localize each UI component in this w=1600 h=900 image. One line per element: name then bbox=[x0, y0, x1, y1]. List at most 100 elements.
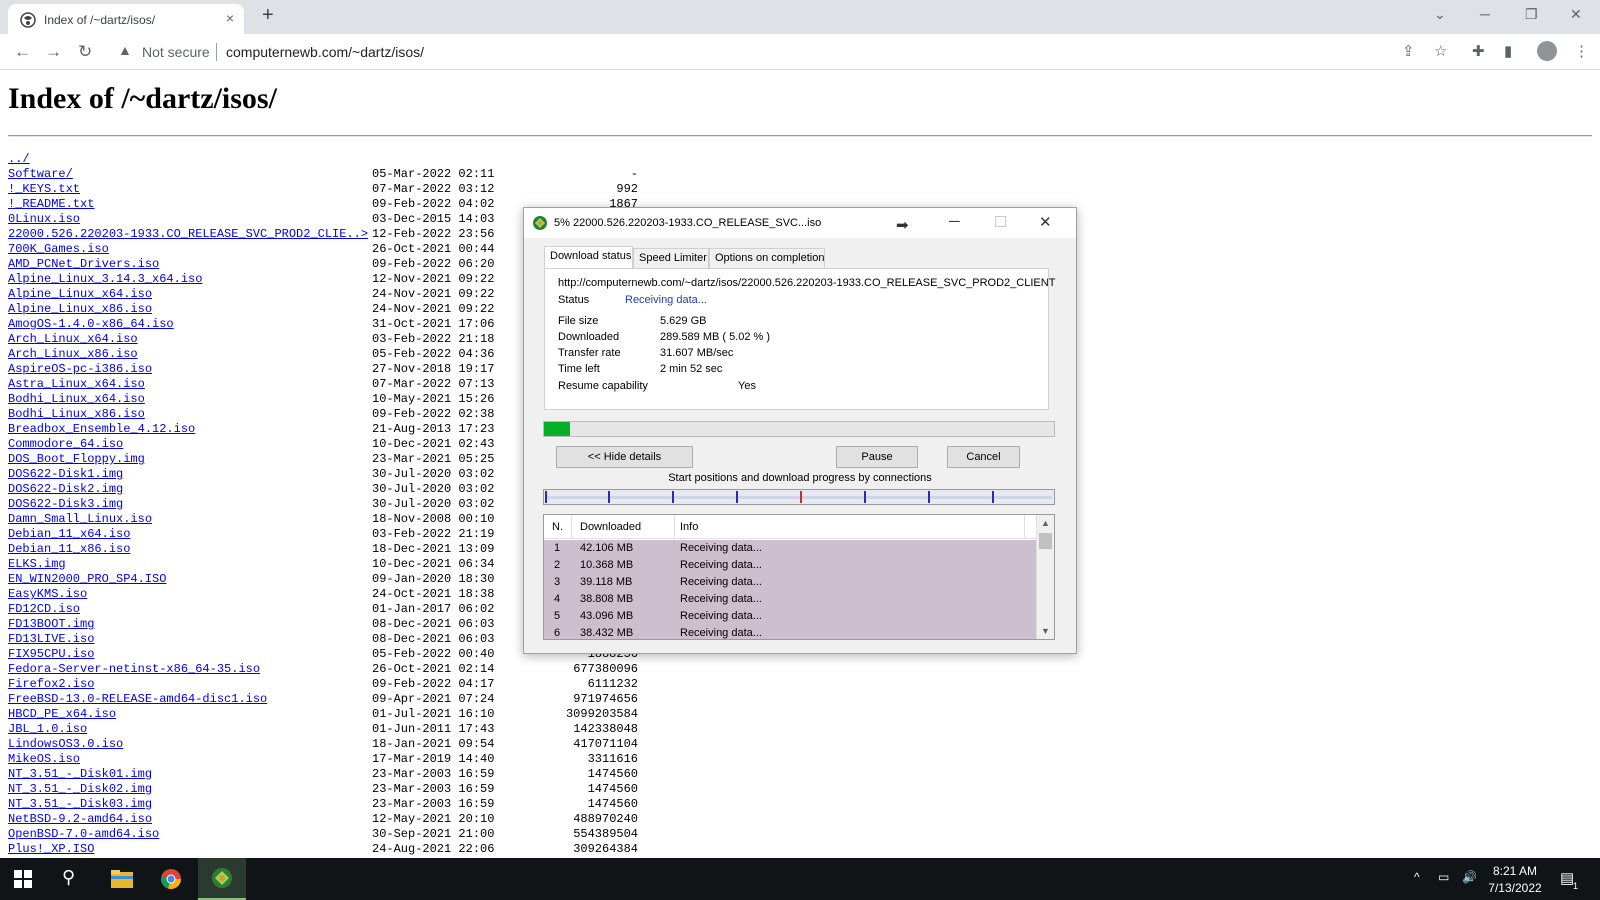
profile-avatar[interactable] bbox=[1537, 41, 1557, 61]
menu-icon[interactable]: ⋮ bbox=[1574, 42, 1589, 60]
share-icon[interactable]: ⇪ bbox=[1402, 42, 1415, 60]
file-link[interactable]: Firefox2.iso bbox=[8, 677, 94, 691]
connection-row[interactable]: 5 43.096 MB Receiving data... bbox=[544, 608, 1036, 625]
file-link[interactable]: FreeBSD-13.0-RELEASE-amd64-disc1.iso bbox=[8, 692, 267, 706]
file-link[interactable]: 700K_Games.iso bbox=[8, 242, 109, 256]
file-link[interactable]: 0Linux.iso bbox=[8, 212, 80, 226]
file-link[interactable]: AmogOS-1.4.0-x86_64.iso bbox=[8, 317, 174, 331]
clock-time[interactable]: 8:21 AM bbox=[1485, 864, 1545, 878]
reload-icon[interactable]: ↻ bbox=[78, 42, 92, 62]
file-link[interactable]: Damn_Small_Linux.iso bbox=[8, 512, 152, 526]
file-link[interactable]: Alpine_Linux_3.14.3_x64.iso bbox=[8, 272, 202, 286]
column-divider bbox=[571, 515, 572, 539]
bookmark-star-icon[interactable]: ☆ bbox=[1434, 42, 1447, 60]
tab-close-icon[interactable]: × bbox=[226, 10, 234, 26]
file-link[interactable]: Fedora-Server-netinst-x86_64-35.iso bbox=[8, 662, 260, 676]
file-link[interactable]: FD13LIVE.iso bbox=[8, 632, 94, 646]
connection-row[interactable]: 6 38.432 MB Receiving data... bbox=[544, 625, 1036, 639]
file-link[interactable]: Alpine_Linux_x86.iso bbox=[8, 302, 152, 316]
file-link[interactable]: Debian_11_x86.iso bbox=[8, 542, 130, 556]
file-link[interactable]: DOS622-Disk1.img bbox=[8, 467, 123, 481]
warning-icon[interactable]: ▲ bbox=[118, 42, 132, 58]
browser-tab[interactable]: Index of /~dartz/isos/ × bbox=[8, 4, 244, 34]
show-hidden-icons-icon[interactable]: ^ bbox=[1414, 870, 1420, 884]
file-link[interactable]: DOS622-Disk2.img bbox=[8, 482, 123, 496]
tab-speed-limiter[interactable]: Speed Limiter bbox=[633, 248, 709, 268]
forward-icon[interactable]: → bbox=[45, 42, 62, 62]
file-link[interactable]: ../ bbox=[8, 152, 30, 166]
file-link[interactable]: !_KEYS.txt bbox=[8, 182, 80, 196]
file-link[interactable]: OpenBSD-7.0-amd64.iso bbox=[8, 827, 159, 841]
connection-row[interactable]: 3 39.118 MB Receiving data... bbox=[544, 574, 1036, 591]
chrome-icon[interactable] bbox=[160, 868, 182, 890]
table-scrollbar[interactable]: ▲ ▼ bbox=[1036, 515, 1054, 639]
tab-search-icon[interactable]: ⌄ bbox=[1434, 6, 1446, 23]
file-link[interactable]: Alpine_Linux_x64.iso bbox=[8, 287, 152, 301]
file-link[interactable]: EN_WIN2000_PRO_SP4.ISO bbox=[8, 572, 166, 586]
scroll-down-icon[interactable]: ▼ bbox=[1041, 626, 1050, 636]
dialog-titlebar[interactable]: 5% 22000.526.220203-1933.CO_RELEASE_SVC.… bbox=[524, 208, 1076, 238]
dialog-close-icon[interactable]: ✕ bbox=[1039, 213, 1052, 231]
file-link[interactable]: Breadbox_Ensemble_4.12.iso bbox=[8, 422, 195, 436]
file-link[interactable]: NT_3.51_-_Disk02.img bbox=[8, 782, 152, 796]
file-link[interactable]: Commodore_64.iso bbox=[8, 437, 123, 451]
file-link[interactable]: DOS622-Disk3.img bbox=[8, 497, 123, 511]
file-link[interactable]: ELKS.img bbox=[8, 557, 66, 571]
back-icon[interactable]: ← bbox=[14, 42, 31, 62]
file-link[interactable]: 22000.526.220203-1933.CO_RELEASE_SVC_PRO… bbox=[8, 227, 368, 241]
file-link[interactable]: Debian_11_x64.iso bbox=[8, 527, 130, 541]
security-label[interactable]: Not secure bbox=[142, 44, 210, 60]
file-explorer-icon[interactable] bbox=[110, 869, 134, 889]
file-link[interactable]: EasyKMS.iso bbox=[8, 587, 87, 601]
file-link[interactable]: Arch_Linux_x86.iso bbox=[8, 347, 138, 361]
search-icon[interactable]: ⚲ bbox=[62, 867, 75, 888]
file-link[interactable]: NT_3.51_-_Disk01.img bbox=[8, 767, 152, 781]
minimize-icon[interactable]: ─ bbox=[1480, 6, 1490, 22]
windows-start-icon[interactable] bbox=[14, 870, 32, 888]
cancel-button[interactable]: Cancel bbox=[947, 446, 1020, 468]
file-link[interactable]: NetBSD-9.2-amd64.iso bbox=[8, 812, 152, 826]
connection-row[interactable]: 1 42.106 MB Receiving data... bbox=[544, 540, 1036, 557]
volume-icon[interactable]: 🔊 bbox=[1462, 870, 1477, 884]
column-header-downloaded[interactable]: Downloaded bbox=[580, 521, 641, 533]
restore-icon[interactable]: ❐ bbox=[1525, 6, 1538, 23]
file-link[interactable]: Bodhi_Linux_x64.iso bbox=[8, 392, 145, 406]
hide-details-button[interactable]: << Hide details bbox=[556, 446, 693, 468]
new-tab-button[interactable]: + bbox=[262, 4, 274, 27]
scroll-up-icon[interactable]: ▲ bbox=[1041, 518, 1050, 528]
pause-button[interactable]: Pause bbox=[836, 446, 918, 468]
clock-date[interactable]: 7/13/2022 bbox=[1485, 881, 1545, 895]
scroll-thumb[interactable] bbox=[1039, 533, 1052, 549]
connection-row[interactable]: 4 38.808 MB Receiving data... bbox=[544, 591, 1036, 608]
file-link[interactable]: FD13BOOT.img bbox=[8, 617, 94, 631]
file-link[interactable]: Plus!_XP.ISO bbox=[8, 842, 94, 856]
extensions-icon[interactable]: ✚ bbox=[1472, 42, 1485, 60]
side-panel-icon[interactable]: ▮ bbox=[1504, 42, 1512, 60]
taskbar-active-app[interactable] bbox=[198, 858, 246, 900]
file-link[interactable]: Bodhi_Linux_x86.iso bbox=[8, 407, 145, 421]
column-header-info[interactable]: Info bbox=[680, 521, 698, 533]
file-link[interactable]: JBL_1.0.iso bbox=[8, 722, 87, 736]
tab-options-on-completion[interactable]: Options on completion bbox=[709, 248, 825, 268]
dialog-minimize-icon[interactable]: ─ bbox=[949, 213, 960, 230]
file-link[interactable]: NT_3.51_-_Disk03.img bbox=[8, 797, 152, 811]
file-link[interactable]: Arch_Linux_x64.iso bbox=[8, 332, 138, 346]
tab-download-status[interactable]: Download status bbox=[544, 246, 633, 269]
file-link[interactable]: DOS_Boot_Floppy.img bbox=[8, 452, 145, 466]
connection-row[interactable]: 2 10.368 MB Receiving data... bbox=[544, 557, 1036, 574]
file-link[interactable]: HBCD_PE_x64.iso bbox=[8, 707, 116, 721]
close-window-icon[interactable]: ✕ bbox=[1570, 6, 1582, 23]
file-link[interactable]: LindowsOS3.0.iso bbox=[8, 737, 123, 751]
column-header-n[interactable]: N. bbox=[552, 521, 563, 533]
network-icon[interactable]: ▭ bbox=[1438, 870, 1449, 884]
file-link[interactable]: AMD_PCNet_Drivers.iso bbox=[8, 257, 159, 271]
file-link[interactable]: MikeOS.iso bbox=[8, 752, 80, 766]
file-link[interactable]: FD12CD.iso bbox=[8, 602, 80, 616]
file-link[interactable]: AspireOS-pc-i386.iso bbox=[8, 362, 152, 376]
connection-number: 3 bbox=[554, 576, 561, 588]
file-link[interactable]: Astra_Linux_x64.iso bbox=[8, 377, 145, 391]
file-link[interactable]: !_README.txt bbox=[8, 197, 94, 211]
file-link[interactable]: FIX95CPU.iso bbox=[8, 647, 94, 661]
file-link[interactable]: Software/ bbox=[8, 167, 73, 181]
url-text[interactable]: computernewb.com/~dartz/isos/ bbox=[226, 44, 424, 60]
